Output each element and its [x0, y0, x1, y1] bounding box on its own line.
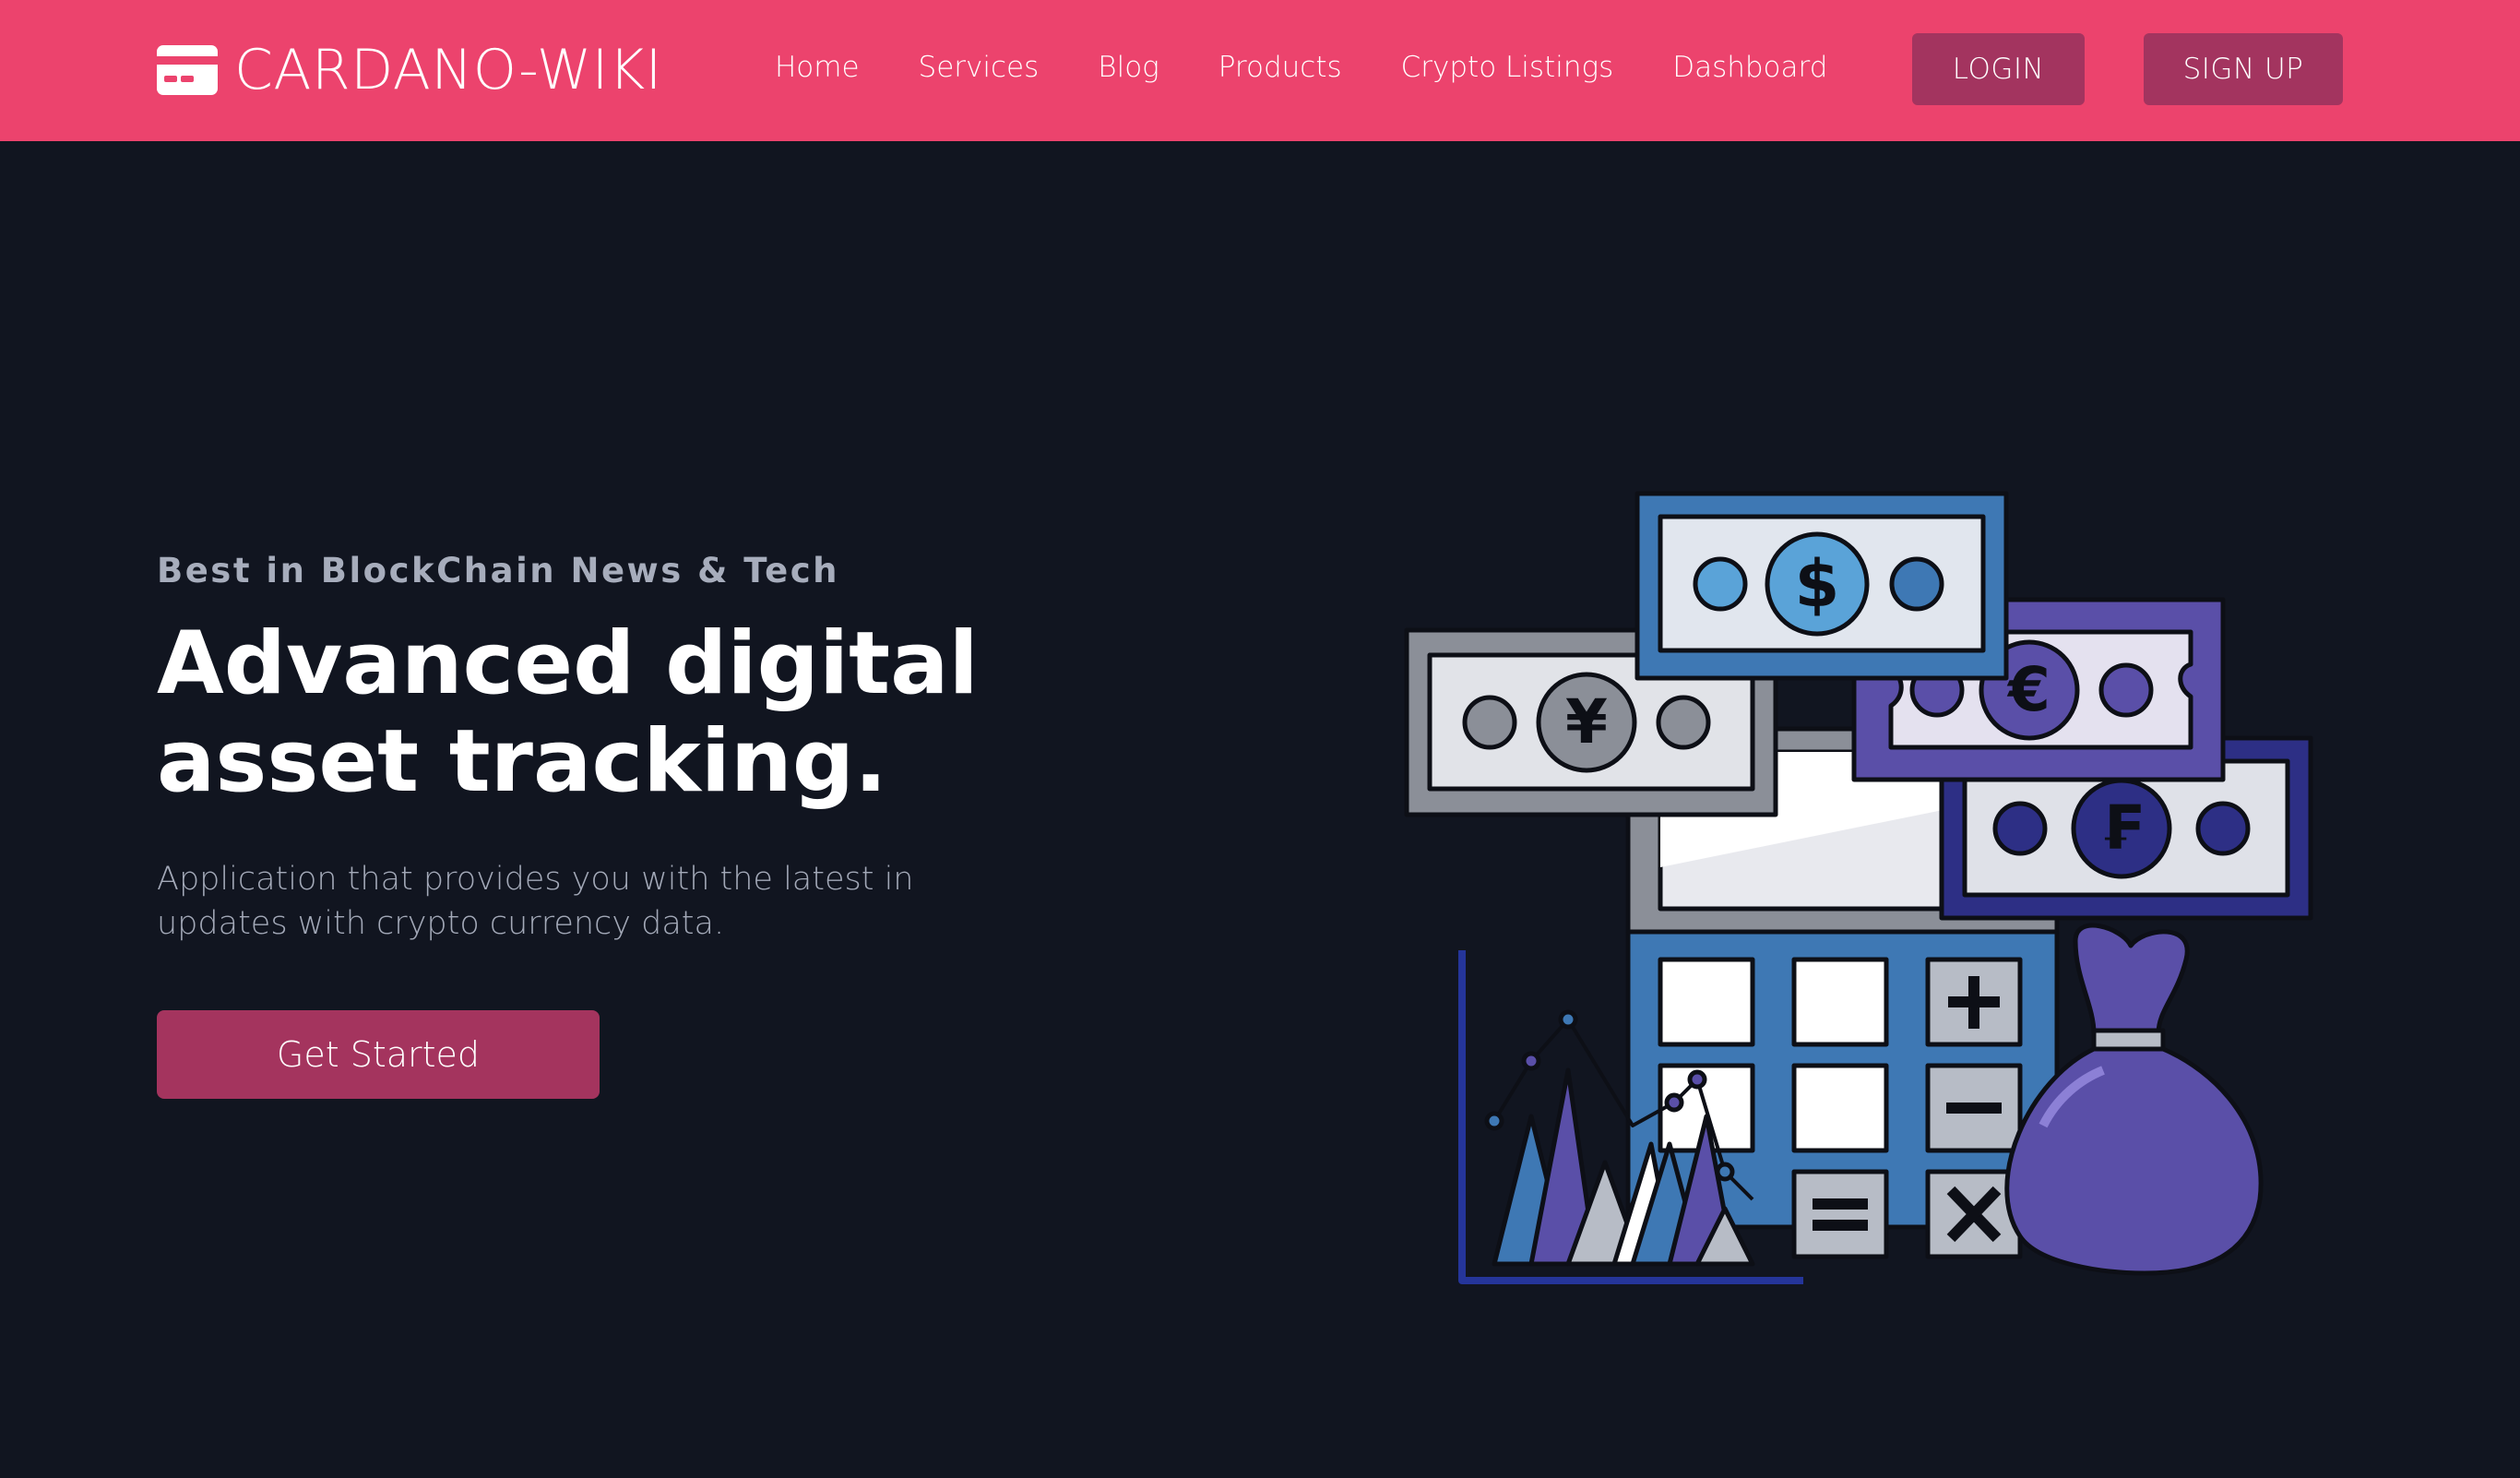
- brand-logo[interactable]: CARDANO-WIKI: [157, 35, 662, 105]
- hero-headline: Advanced digital asset tracking.: [157, 615, 1171, 811]
- hero-eyebrow: Best in BlockChain News & Tech: [157, 551, 839, 590]
- hero-headline-line2: asset tracking.: [157, 711, 887, 812]
- hero-headline-line1: Advanced digital: [157, 614, 979, 714]
- get-started-button[interactable]: Get Started: [157, 1010, 600, 1099]
- signup-button[interactable]: SIGN UP: [2144, 33, 2343, 105]
- money-calculator-illustration: ₣ € ¥ $: [1404, 491, 2313, 1284]
- nav-link-home[interactable]: Home: [775, 51, 860, 84]
- hero-section: Best in BlockChain News & Tech Advanced …: [157, 554, 1171, 1099]
- nav-link-products[interactable]: Products: [1218, 51, 1342, 84]
- nav-link-services[interactable]: Services: [919, 51, 1040, 84]
- main-nav: Home Services Blog Products Crypto Listi…: [775, 0, 1827, 135]
- yen-symbol: ¥: [1565, 686, 1608, 757]
- franc-symbol: ₣: [2100, 793, 2143, 864]
- dollar-symbol: $: [1795, 546, 1840, 622]
- top-navbar: CARDANO-WIKI Home Services Blog Products…: [0, 0, 2520, 141]
- nav-link-blog[interactable]: Blog: [1098, 51, 1159, 84]
- hero-description: Application that provides you with the l…: [157, 861, 914, 942]
- nav-link-crypto-listings[interactable]: Crypto Listings: [1401, 51, 1614, 84]
- credit-card-icon: [157, 45, 218, 95]
- euro-symbol: €: [2006, 654, 2050, 725]
- nav-link-dashboard[interactable]: Dashboard: [1672, 51, 1827, 84]
- brand-name: CARDANO-WIKI: [234, 38, 662, 102]
- login-button[interactable]: LOGIN: [1912, 33, 2085, 105]
